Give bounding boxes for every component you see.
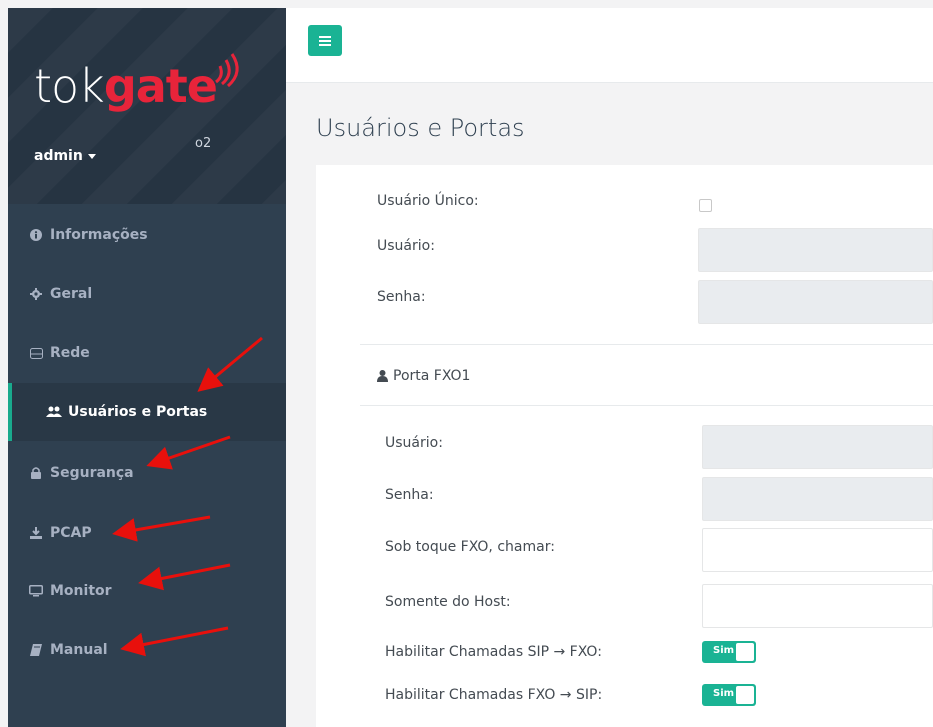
tokgate-logo: tokgate: [34, 59, 218, 113]
sidebar-item-label: Informações: [50, 227, 148, 243]
port-password-input[interactable]: [702, 477, 933, 521]
single-user-checkbox[interactable]: [699, 199, 712, 212]
toggle-knob: [736, 686, 754, 704]
lock-icon: [28, 467, 44, 479]
sidebar: tokgate o2 admin Informações Geral Rede: [8, 8, 286, 727]
password-label: Senha:: [377, 289, 426, 305]
form-panel: Usuário Único: Usuário: Senha: Porta FXO…: [316, 165, 933, 727]
user-dropdown[interactable]: admin: [34, 148, 96, 164]
gear-icon: [28, 288, 44, 300]
ring-call-label: Sob toque FXO, chamar:: [385, 539, 555, 555]
sidebar-item-usuarios-portas[interactable]: Usuários e Portas: [8, 383, 286, 441]
ring-call-input[interactable]: [702, 528, 933, 572]
book-icon: [28, 644, 44, 656]
sidebar-item-label: Monitor: [50, 583, 112, 599]
top-navbar: [286, 8, 933, 83]
single-user-label: Usuário Único:: [377, 193, 479, 209]
sidebar-item-informacoes[interactable]: Informações: [8, 206, 286, 264]
sidebar-item-seguranca[interactable]: Segurança: [8, 444, 286, 502]
port-section-label: Porta FXO1: [393, 368, 471, 384]
sidebar-item-manual[interactable]: Manual: [8, 621, 286, 679]
hamburger-icon: [319, 35, 331, 46]
sidebar-item-label: Rede: [50, 345, 90, 361]
caret-down-icon: [87, 153, 96, 159]
sidebar-item-geral[interactable]: Geral: [8, 265, 286, 323]
sidebar-item-label: Geral: [50, 286, 93, 302]
sidebar-header: tokgate o2 admin: [8, 8, 286, 204]
enable-fxo-sip-toggle[interactable]: Sim: [702, 684, 756, 706]
port-section-title: Porta FXO1: [377, 368, 470, 384]
toggle-text: Sim: [713, 688, 735, 699]
toggle-knob: [736, 643, 754, 661]
logo-subtext: o2: [195, 136, 212, 151]
logo-gate: gate: [103, 59, 218, 113]
host-only-label: Somente do Host:: [385, 594, 511, 610]
user-input[interactable]: [698, 228, 933, 272]
port-password-label: Senha:: [385, 487, 434, 503]
enable-fxo-sip-label: Habilitar Chamadas FXO → SIP:: [385, 687, 603, 703]
sidebar-item-label: Usuários e Portas: [68, 404, 208, 420]
port-user-input[interactable]: [702, 425, 933, 469]
username: admin: [34, 148, 83, 164]
toggle-text: Sim: [713, 645, 735, 656]
menu-toggle-button[interactable]: [308, 25, 342, 56]
sidebar-item-label: Manual: [50, 642, 108, 658]
enable-sip-fxo-toggle[interactable]: Sim: [702, 641, 756, 663]
sidebar-item-pcap[interactable]: PCAP: [8, 504, 286, 562]
network-icon: [28, 347, 44, 359]
password-input[interactable]: [698, 280, 933, 324]
users-icon: [46, 406, 62, 418]
sidebar-item-rede[interactable]: Rede: [8, 324, 286, 382]
enable-sip-fxo-label: Habilitar Chamadas SIP → FXO:: [385, 644, 602, 660]
sidebar-item-monitor[interactable]: Monitor: [8, 562, 286, 620]
info-circle-icon: [28, 229, 44, 241]
user-icon: [377, 370, 388, 382]
page-title: Usuários e Portas: [316, 114, 525, 142]
logo-tok: tok: [34, 59, 105, 113]
monitor-icon: [28, 585, 44, 597]
port-user-label: Usuário:: [385, 435, 443, 451]
signal-waves-icon: [215, 53, 239, 88]
host-only-input[interactable]: [702, 584, 933, 628]
sidebar-item-label: Segurança: [50, 465, 134, 481]
divider: [360, 344, 933, 345]
sidebar-item-label: PCAP: [50, 525, 92, 541]
divider: [360, 405, 933, 406]
user-label: Usuário:: [377, 238, 435, 254]
download-icon: [28, 527, 44, 539]
